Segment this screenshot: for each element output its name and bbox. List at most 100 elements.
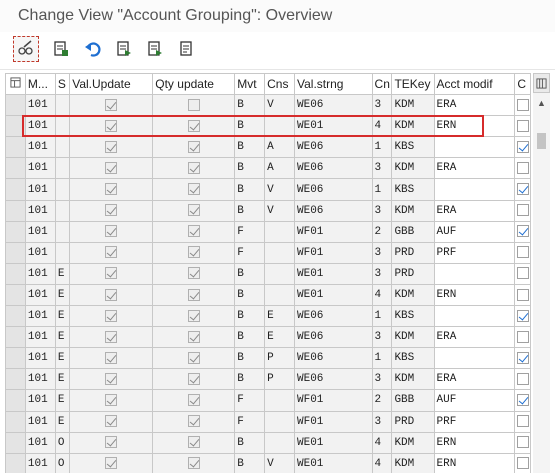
display-change-button[interactable]: [13, 36, 39, 62]
table-row[interactable]: 101 B A WE06 1 KBS: [5, 136, 531, 159]
cell-val-update[interactable]: [69, 178, 154, 201]
cell-c[interactable]: [514, 431, 531, 454]
cell-val-update-checkbox[interactable]: [105, 309, 118, 322]
cell-c-checkbox[interactable]: [516, 351, 529, 364]
table-row[interactable]: 101 O B V WE01 4 KDM ERN: [5, 452, 531, 473]
row-selector[interactable]: [5, 389, 26, 412]
cell-val-update[interactable]: [69, 136, 154, 159]
cell-c[interactable]: [514, 136, 531, 159]
cell-c[interactable]: [514, 220, 531, 243]
cell-qty-update[interactable]: [152, 262, 236, 285]
cell-c[interactable]: [514, 326, 531, 349]
cell-qty-update[interactable]: [152, 326, 236, 349]
table-row[interactable]: 101 E B E WE06 1 KBS: [5, 305, 531, 328]
column-header-acct-modif[interactable]: Acct modif: [433, 72, 516, 96]
column-header-val-update[interactable]: Val.Update: [69, 72, 154, 96]
cell-qty-update-checkbox[interactable]: [187, 372, 200, 385]
row-selector[interactable]: [5, 305, 26, 328]
cell-acct-modif[interactable]: PRF: [433, 241, 516, 264]
row-selector[interactable]: [5, 220, 26, 243]
cell-qty-update-checkbox[interactable]: [187, 119, 200, 132]
column-header-cn[interactable]: Cn: [371, 72, 393, 96]
cell-c[interactable]: [514, 452, 531, 473]
cell-qty-update[interactable]: [152, 94, 236, 117]
cell-qty-update-checkbox[interactable]: [187, 309, 200, 322]
cell-acct-modif[interactable]: ERA: [433, 199, 516, 222]
cell-acct-modif[interactable]: ERN: [433, 452, 516, 473]
cell-acct-modif[interactable]: ERA: [433, 94, 516, 117]
cell-val-update-checkbox[interactable]: [105, 98, 118, 111]
cell-c-checkbox[interactable]: [516, 309, 529, 322]
cell-qty-update[interactable]: [152, 283, 236, 307]
row-selector[interactable]: [5, 241, 26, 264]
row-selector[interactable]: [5, 410, 26, 433]
cell-c-checkbox[interactable]: [516, 415, 529, 428]
cell-val-update-checkbox[interactable]: [105, 161, 118, 174]
cell-acct-modif[interactable]: ERN: [433, 431, 516, 454]
cell-qty-update-checkbox[interactable]: [187, 140, 200, 153]
cell-qty-update-checkbox[interactable]: [187, 457, 200, 470]
cell-qty-update[interactable]: [152, 368, 236, 391]
cell-qty-update-checkbox[interactable]: [187, 394, 200, 406]
table-row[interactable]: 101 B V WE06 3 KDM ERA: [5, 94, 531, 117]
row-selector[interactable]: [5, 136, 26, 159]
cell-c[interactable]: [514, 283, 531, 307]
cell-val-update-checkbox[interactable]: [105, 267, 118, 280]
cell-val-update-checkbox[interactable]: [105, 288, 118, 301]
cell-c-checkbox[interactable]: [516, 98, 529, 111]
cell-c-checkbox[interactable]: [516, 161, 529, 174]
cell-val-update-checkbox[interactable]: [105, 436, 118, 449]
cell-qty-update-checkbox[interactable]: [187, 183, 200, 196]
table-row[interactable]: 101 E F WF01 3 PRD PRF: [5, 410, 531, 433]
cell-acct-modif[interactable]: ERA: [433, 157, 516, 180]
cell-c-checkbox[interactable]: [516, 372, 529, 385]
cell-qty-update-checkbox[interactable]: [187, 267, 200, 280]
table-settings-cell[interactable]: [5, 72, 26, 96]
cell-qty-update-checkbox[interactable]: [187, 436, 200, 449]
print-button[interactable]: [142, 36, 168, 62]
table-row[interactable]: 101 B V WE06 3 KDM ERA: [5, 199, 531, 222]
table-row[interactable]: 101 E F WF01 2 GBB AUF: [5, 389, 531, 412]
cell-val-update-checkbox[interactable]: [105, 351, 118, 364]
cell-acct-modif[interactable]: AUF: [433, 389, 516, 412]
cell-qty-update[interactable]: [152, 410, 236, 433]
cell-c[interactable]: [514, 115, 531, 138]
cell-acct-modif[interactable]: ERA: [433, 368, 516, 391]
cell-val-update[interactable]: [69, 199, 154, 222]
cell-c[interactable]: [514, 241, 531, 264]
cell-val-update-checkbox[interactable]: [105, 140, 118, 153]
vertical-scrollbar[interactable]: ▲: [533, 73, 550, 473]
cell-val-update-checkbox[interactable]: [105, 225, 118, 238]
cell-c[interactable]: [514, 368, 531, 391]
cell-val-update-checkbox[interactable]: [105, 372, 118, 385]
cell-val-update[interactable]: [69, 115, 154, 138]
cell-c[interactable]: [514, 347, 531, 370]
cell-val-update[interactable]: [69, 262, 154, 285]
table-row[interactable]: 101 E B E WE06 3 KDM ERA: [5, 326, 531, 349]
cell-acct-modif[interactable]: [433, 136, 516, 159]
cell-val-update[interactable]: [69, 94, 154, 117]
cell-c[interactable]: [514, 305, 531, 328]
cell-qty-update-checkbox[interactable]: [187, 415, 200, 428]
column-header-movement-type[interactable]: M...: [24, 72, 56, 96]
table-row[interactable]: 101 B V WE06 1 KBS: [5, 178, 531, 201]
cell-qty-update-checkbox[interactable]: [187, 161, 200, 174]
cell-val-update-checkbox[interactable]: [105, 394, 118, 406]
cell-qty-update[interactable]: [152, 347, 236, 370]
row-selector[interactable]: [5, 368, 26, 391]
cell-acct-modif[interactable]: ERA: [433, 326, 516, 349]
cell-val-update[interactable]: [69, 157, 154, 180]
cell-val-update-checkbox[interactable]: [105, 119, 118, 132]
column-header-mvt[interactable]: Mvt: [234, 72, 266, 96]
cell-acct-modif[interactable]: [433, 262, 516, 285]
undo-button[interactable]: [80, 36, 106, 62]
cell-acct-modif[interactable]: [433, 305, 516, 328]
table-row[interactable]: 101 F WF01 2 GBB AUF: [5, 220, 531, 243]
cell-qty-update[interactable]: [152, 452, 236, 473]
cell-acct-modif[interactable]: AUF: [433, 220, 516, 243]
cell-acct-modif[interactable]: ERN: [433, 115, 516, 138]
cell-val-update[interactable]: [69, 305, 154, 328]
cell-qty-update-checkbox[interactable]: [187, 330, 200, 343]
cell-val-update[interactable]: [69, 241, 154, 264]
cell-c[interactable]: [514, 389, 531, 412]
